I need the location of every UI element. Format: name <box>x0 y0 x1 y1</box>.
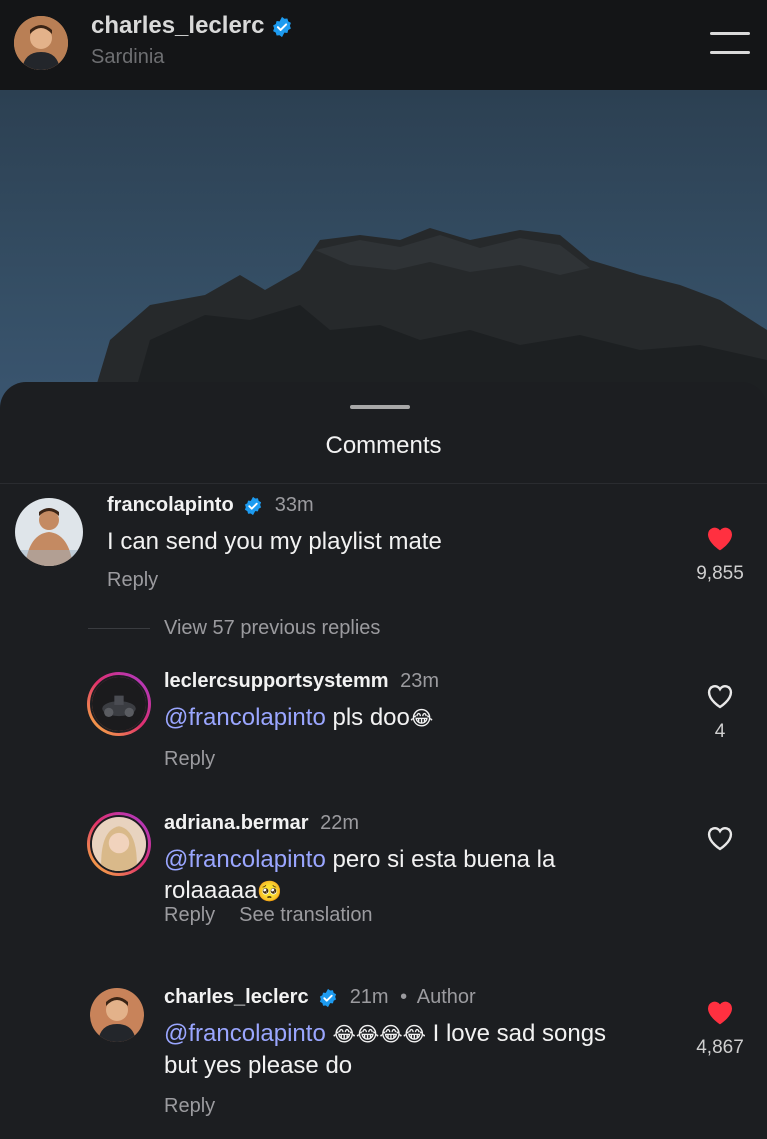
comment-text: I can send you my playlist mate <box>107 528 442 555</box>
avatar[interactable] <box>15 498 83 566</box>
avatar[interactable] <box>90 988 144 1042</box>
author-tag: Author <box>416 986 476 1008</box>
comment-actions: Reply <box>107 569 182 592</box>
mention-link[interactable]: @francolapinto <box>164 846 326 873</box>
dot-separator: • <box>400 986 408 1008</box>
laughing-emoji: 😂😂😂😂 <box>332 1022 426 1046</box>
profile-avatar[interactable] <box>14 16 68 70</box>
reply-button[interactable]: Reply <box>164 904 215 926</box>
reply-button[interactable]: Reply <box>107 569 158 591</box>
comments-sheet: Comments francolapinto 33m I can send yo… <box>0 382 767 1139</box>
like-control: 4 <box>695 680 745 743</box>
story-avatar[interactable] <box>87 812 151 876</box>
like-control: 4,867 <box>695 996 745 1059</box>
menu-icon[interactable] <box>710 30 750 56</box>
profile-header: charles_leclerc Sardinia <box>0 0 767 90</box>
comment-header: leclercsupportsystemm 23m <box>164 670 439 693</box>
verified-badge-icon <box>273 16 292 37</box>
heart-outline-icon[interactable] <box>704 822 736 852</box>
like-count: 4,867 <box>696 1037 744 1058</box>
comment-username[interactable]: francolapinto <box>107 494 234 516</box>
like-control <box>695 822 745 857</box>
divider <box>0 483 767 484</box>
pleading-emoji: 🥺 <box>257 879 283 903</box>
comment-username[interactable]: charles_leclerc <box>164 986 309 1008</box>
comment-username[interactable]: adriana.bermar <box>164 812 309 834</box>
comment-username[interactable]: leclercsupportsystemm <box>164 670 389 692</box>
drag-handle[interactable] <box>350 405 410 409</box>
location-label[interactable]: Sardinia <box>91 46 164 69</box>
view-previous-replies-button[interactable]: View 57 previous replies <box>88 617 380 640</box>
comment-text: @francolapinto pero si esta buena la rol… <box>164 846 556 904</box>
divider <box>88 628 150 630</box>
heart-filled-icon[interactable] <box>704 996 736 1026</box>
comment-actions: Reply <box>164 748 239 771</box>
see-translation-button[interactable]: See translation <box>239 904 372 926</box>
like-count: 4 <box>714 721 726 742</box>
sheet-title: Comments <box>325 432 442 459</box>
profile-username[interactable]: charles_leclerc <box>91 12 293 40</box>
laughing-emoji: 😂 <box>409 706 434 730</box>
like-control: 9,855 <box>695 522 745 585</box>
comment-header: adriana.bermar 22m <box>164 812 359 835</box>
story-avatar[interactable] <box>87 672 151 736</box>
comment-header: francolapinto 33m <box>107 494 314 517</box>
comment-text: @francolapinto pls doo😂 <box>164 704 434 731</box>
comment-actions: Reply See translation <box>164 904 397 927</box>
comment-text: @francolapinto 😂😂😂😂 I love sad songs but… <box>164 1020 607 1079</box>
comment-actions: Reply <box>164 1095 239 1118</box>
verified-badge-icon <box>245 496 262 515</box>
comment-header: charles_leclerc 21m • Author <box>164 986 476 1009</box>
comment-time: 22m <box>320 812 359 834</box>
comment-time: 33m <box>274 494 314 516</box>
heart-filled-icon[interactable] <box>704 522 736 552</box>
like-count: 9,855 <box>696 563 744 584</box>
mention-link[interactable]: @francolapinto <box>164 1020 326 1047</box>
reply-button[interactable]: Reply <box>164 748 215 770</box>
mountain-image <box>95 228 767 410</box>
verified-badge-icon <box>320 988 337 1007</box>
heart-outline-icon[interactable] <box>704 680 736 710</box>
post-photo[interactable] <box>0 90 767 410</box>
comment-time: 21m <box>349 986 389 1008</box>
reply-button[interactable]: Reply <box>164 1095 215 1117</box>
mention-link[interactable]: @francolapinto <box>164 704 326 731</box>
comment-time: 23m <box>400 670 440 692</box>
